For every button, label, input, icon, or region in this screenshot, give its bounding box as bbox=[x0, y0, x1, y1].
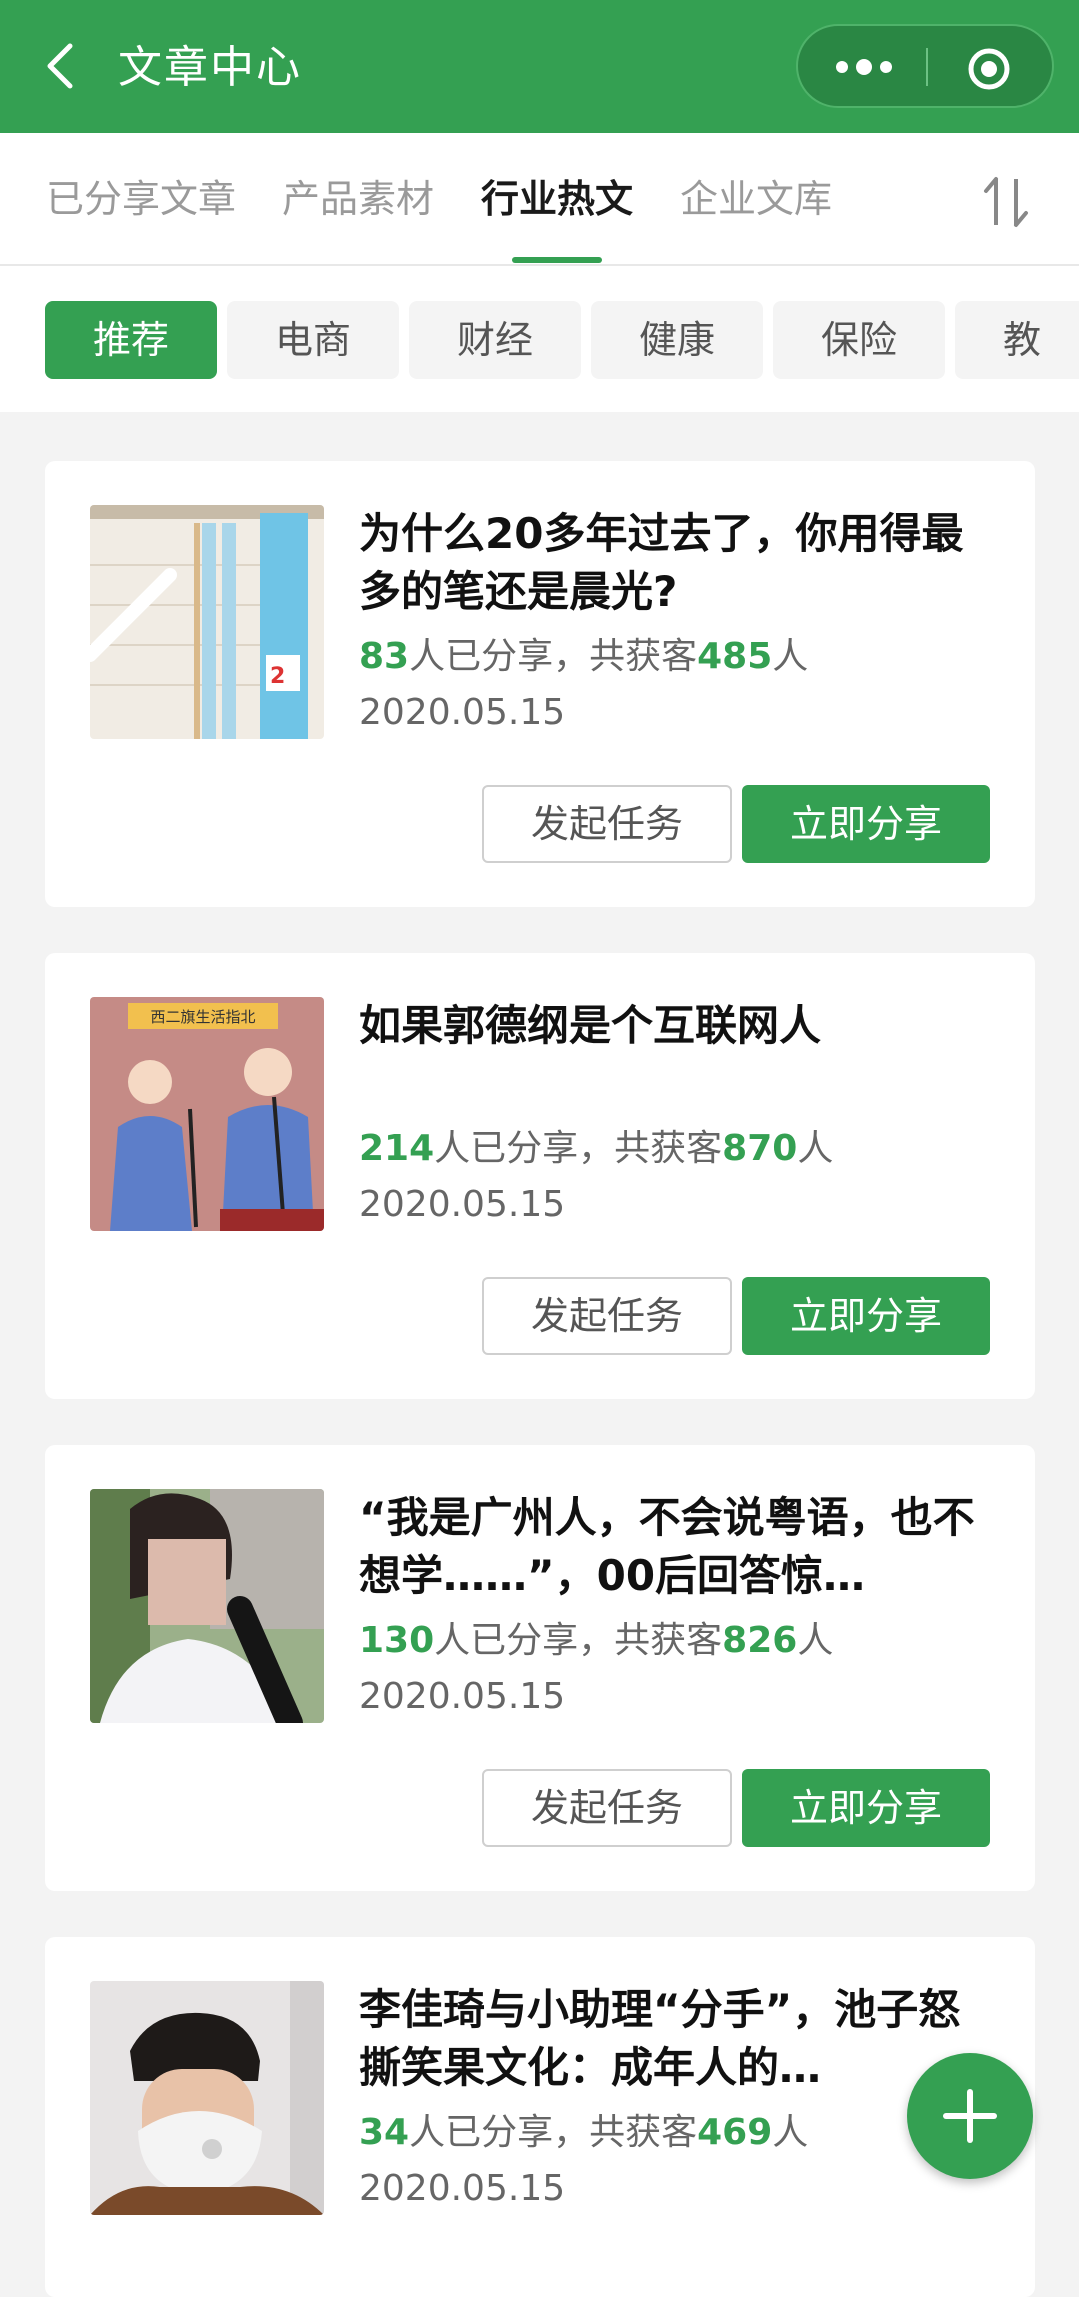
share-count: 34 bbox=[359, 2112, 410, 2153]
article-title[interactable]: 如果郭德纲是个互联网人 bbox=[359, 997, 999, 1055]
chip-recommend[interactable]: 推荐 bbox=[45, 301, 217, 379]
article-tabs: 已分享文章 产品素材 行业热文 企业文库 bbox=[0, 133, 1079, 266]
share-now-button[interactable]: 立即分享 bbox=[742, 1277, 990, 1355]
article-date: 2020.05.15 bbox=[359, 2168, 566, 2209]
nav-bar: 文章中心 bbox=[0, 0, 1079, 133]
share-count: 214 bbox=[359, 1128, 435, 1169]
page-title: 文章中心 bbox=[118, 42, 302, 93]
article-title[interactable]: 李佳琦与小助理“分手”，池子怒撕笑果文化：成年人的… bbox=[359, 1981, 999, 2097]
pen-package-image: 2 bbox=[90, 505, 324, 739]
customer-count: 485 bbox=[697, 636, 773, 677]
article-card[interactable]: 2 为什么20多年过去了，你用得最多的笔还是晨光? 83人已分享，共获客485人… bbox=[45, 461, 1035, 907]
share-count: 83 bbox=[359, 636, 410, 677]
article-stats: 214人已分享，共获客870人 bbox=[359, 1123, 833, 1175]
close-program-icon[interactable] bbox=[968, 48, 1010, 90]
article-stats: 130人已分享，共获客826人 bbox=[359, 1615, 833, 1667]
article-card[interactable]: 李佳琦与小助理“分手”，池子怒撕笑果文化：成年人的… 34人已分享，共获客469… bbox=[45, 1937, 1035, 2297]
plus-icon bbox=[943, 2089, 997, 2143]
article-card[interactable]: “我是广州人，不会说粤语，也不想学……”，00后回答惊… 130人已分享，共获客… bbox=[45, 1445, 1035, 1891]
article-date: 2020.05.15 bbox=[359, 1676, 566, 1717]
sort-icon[interactable] bbox=[982, 175, 1030, 229]
article-date: 2020.05.15 bbox=[359, 692, 566, 733]
chip-ecommerce[interactable]: 电商 bbox=[227, 301, 399, 379]
article-date: 2020.05.15 bbox=[359, 1184, 566, 1225]
article-thumbnail: 2 bbox=[90, 505, 324, 739]
share-now-button[interactable]: 立即分享 bbox=[742, 785, 990, 863]
thumb-banner-text: 西二旗生活指北 bbox=[150, 1008, 255, 1026]
tab-industry-hot[interactable]: 行业热文 bbox=[481, 173, 633, 225]
chip-insurance[interactable]: 保险 bbox=[773, 301, 945, 379]
share-suffix: 人已分享，共获客 bbox=[434, 1128, 723, 1169]
article-thumbnail: 西二旗生活指北 bbox=[90, 997, 324, 1231]
active-tab-indicator bbox=[512, 257, 602, 263]
man-mask-photo bbox=[90, 1981, 324, 2215]
share-now-button[interactable]: 立即分享 bbox=[742, 1769, 990, 1847]
customer-suffix: 人 bbox=[797, 1128, 834, 1169]
article-thumbnail bbox=[90, 1981, 324, 2215]
tab-shared-articles[interactable]: 已分享文章 bbox=[46, 173, 236, 225]
category-chips: 推荐 电商 财经 健康 保险 教 bbox=[0, 266, 1079, 412]
mini-program-capsule bbox=[796, 24, 1054, 108]
customer-suffix: 人 bbox=[797, 1620, 834, 1661]
article-card[interactable]: 西二旗生活指北 如果郭德纲是个互联网人 214人已分享，共获客870人 2020… bbox=[45, 953, 1035, 1399]
more-icon[interactable] bbox=[832, 54, 896, 80]
start-task-button[interactable]: 发起任务 bbox=[482, 785, 732, 863]
tab-enterprise-library[interactable]: 企业文库 bbox=[680, 173, 832, 225]
share-suffix: 人已分享，共获客 bbox=[434, 1620, 723, 1661]
start-task-button[interactable]: 发起任务 bbox=[482, 1769, 732, 1847]
customer-count: 826 bbox=[722, 1620, 798, 1661]
customer-suffix: 人 bbox=[772, 636, 809, 677]
article-stats: 83人已分享，共获客485人 bbox=[359, 631, 808, 683]
start-task-button[interactable]: 发起任务 bbox=[482, 1277, 732, 1355]
article-thumbnail bbox=[90, 1489, 324, 1723]
share-suffix: 人已分享，共获客 bbox=[409, 2112, 698, 2153]
tab-product-materials[interactable]: 产品素材 bbox=[282, 173, 434, 225]
crosstalk-cartoon-image: 西二旗生活指北 bbox=[90, 997, 324, 1231]
chip-education[interactable]: 教 bbox=[955, 301, 1079, 379]
article-title[interactable]: 为什么20多年过去了，你用得最多的笔还是晨光? bbox=[359, 505, 999, 621]
article-title[interactable]: “我是广州人，不会说粤语，也不想学……”，00后回答惊… bbox=[359, 1489, 999, 1605]
article-stats: 34人已分享，共获客469人 bbox=[359, 2107, 808, 2159]
add-article-button[interactable] bbox=[907, 2053, 1033, 2179]
customer-count: 870 bbox=[722, 1128, 798, 1169]
customer-count: 469 bbox=[697, 2112, 773, 2153]
share-suffix: 人已分享，共获客 bbox=[409, 636, 698, 677]
capsule-divider bbox=[926, 48, 928, 86]
share-count: 130 bbox=[359, 1620, 435, 1661]
customer-suffix: 人 bbox=[772, 2112, 809, 2153]
back-arrow-icon[interactable] bbox=[40, 40, 84, 92]
interview-girl-photo bbox=[90, 1489, 324, 1723]
chip-health[interactable]: 健康 bbox=[591, 301, 763, 379]
chip-finance[interactable]: 财经 bbox=[409, 301, 581, 379]
svg-text:2: 2 bbox=[270, 664, 285, 689]
